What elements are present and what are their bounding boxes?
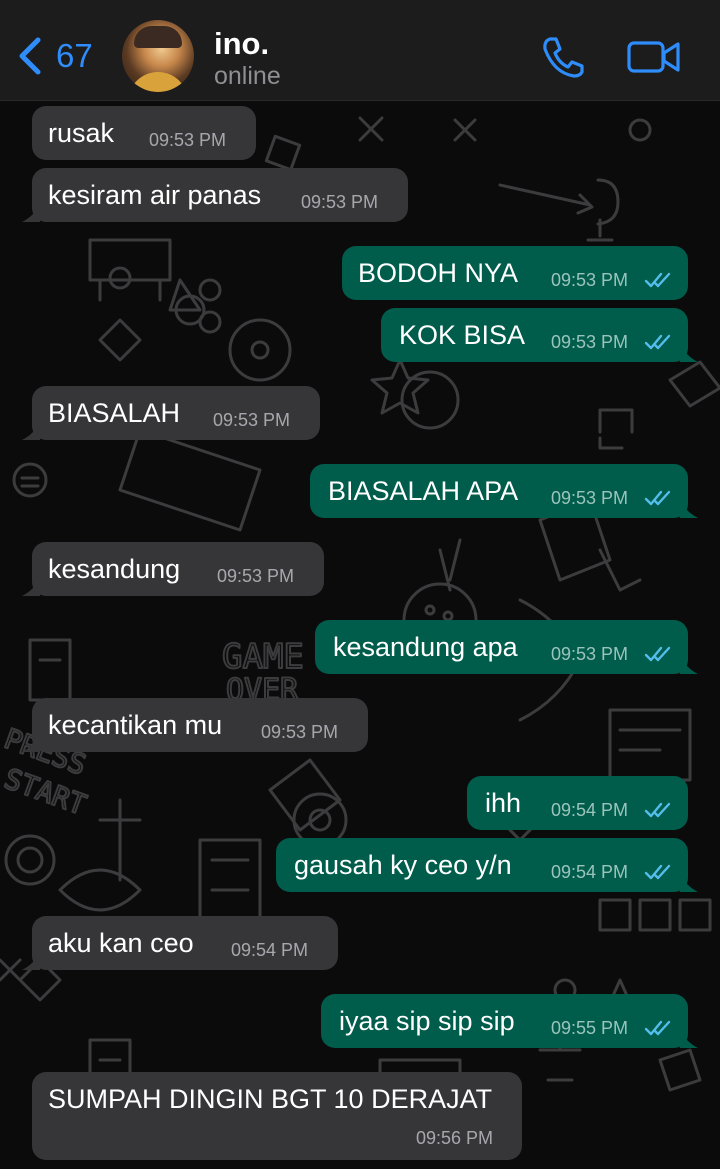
phone-icon[interactable] <box>540 36 586 78</box>
message-text: kesandung apa <box>333 632 518 662</box>
message-time: 09:53 PM <box>217 566 295 586</box>
message-bubble-incoming[interactable]: kesandung 09:53 PM <box>22 542 324 596</box>
message-bubble-incoming[interactable]: kecantikan mu 09:53 PM <box>22 698 368 752</box>
bubble-tail <box>22 952 40 970</box>
double-check-icon <box>644 272 671 288</box>
message-bubble-outgoing[interactable]: kesandung apa 09:53 PM <box>315 620 698 674</box>
bubble-tail <box>22 734 40 752</box>
message-time: 09:55 PM <box>551 1018 629 1038</box>
message-text: kesandung <box>48 554 181 584</box>
message-text: ihh <box>485 788 522 818</box>
chat-header: 67 ino. online <box>0 0 720 101</box>
message-time: 09:54 PM <box>551 800 629 820</box>
message-time: 09:53 PM <box>213 410 291 430</box>
bubble-tail <box>22 422 40 440</box>
message-text: aku kan ceo <box>48 928 194 958</box>
bubble-tail <box>22 204 40 222</box>
message-text: rusak <box>48 118 115 148</box>
video-camera-icon[interactable] <box>626 38 682 76</box>
message-bubble-outgoing[interactable]: ihh 09:54 PM <box>467 776 688 830</box>
message-text: BODOH NYA <box>358 258 519 288</box>
double-check-icon <box>644 490 671 506</box>
contact-name[interactable]: ino. <box>214 26 269 62</box>
bubble-tail <box>680 500 698 518</box>
message-time: 09:53 PM <box>149 130 227 150</box>
message-bubble-outgoing[interactable]: gausah ky ceo y/n 09:54 PM <box>276 838 698 892</box>
double-check-icon <box>644 646 671 662</box>
message-time: 09:54 PM <box>551 862 629 882</box>
message-bubble-outgoing[interactable]: KOK BISA 09:53 PM <box>381 308 698 362</box>
message-time: 09:53 PM <box>551 270 629 290</box>
chevron-left-icon <box>19 37 41 75</box>
message-text: kecantikan mu <box>48 710 223 740</box>
message-text: BIASALAH APA <box>328 476 519 506</box>
message-time: 09:53 PM <box>301 192 379 212</box>
unread-count: 67 <box>56 37 93 74</box>
bubble-tail <box>680 344 698 362</box>
double-check-icon <box>644 864 671 880</box>
back-button[interactable]: 67 <box>16 34 106 78</box>
message-text: KOK BISA <box>399 320 526 350</box>
double-check-icon <box>644 1020 671 1036</box>
double-check-icon <box>644 334 671 350</box>
message-time: 09:53 PM <box>551 332 629 352</box>
message-bubble-outgoing[interactable]: BODOH NYA 09:53 PM <box>342 246 688 300</box>
double-check-icon <box>644 802 671 818</box>
message-time: 09:56 PM <box>416 1128 494 1148</box>
bubble-tail <box>680 656 698 674</box>
message-text: kesiram air panas <box>48 180 262 210</box>
message-time: 09:53 PM <box>551 644 629 664</box>
bubble-tail <box>680 1030 698 1048</box>
bubble-tail <box>22 578 40 596</box>
message-bubble-outgoing[interactable]: BIASALAH APA 09:53 PM <box>310 464 698 518</box>
message-text: gausah ky ceo y/n <box>294 850 512 880</box>
message-text: SUMPAH DINGIN BGT 10 DERAJAT <box>48 1084 493 1114</box>
avatar[interactable] <box>122 20 194 92</box>
message-bubble-incoming[interactable]: BIASALAH 09:53 PM <box>22 386 320 440</box>
message-text: BIASALAH <box>48 398 181 428</box>
message-bubble-incoming[interactable]: aku kan ceo 09:54 PM <box>22 916 338 970</box>
message-bubble-outgoing[interactable]: iyaa sip sip sip 09:55 PM <box>321 994 698 1048</box>
message-bubble-incoming[interactable]: kesiram air panas 09:53 PM <box>22 168 408 222</box>
message-time: 09:53 PM <box>261 722 339 742</box>
message-time: 09:54 PM <box>231 940 309 960</box>
message-bubble-incoming[interactable]: SUMPAH DINGIN BGT 10 DERAJAT 09:56 PM <box>32 1072 522 1160</box>
message-time: 09:53 PM <box>551 488 629 508</box>
contact-status: online <box>214 62 281 90</box>
bubble-tail <box>680 874 698 892</box>
message-text: iyaa sip sip sip <box>339 1006 515 1036</box>
message-list: rusak 09:53 PM kesiram air panas 09:53 P… <box>0 0 720 1169</box>
message-bubble-incoming[interactable]: rusak 09:53 PM <box>32 106 256 160</box>
